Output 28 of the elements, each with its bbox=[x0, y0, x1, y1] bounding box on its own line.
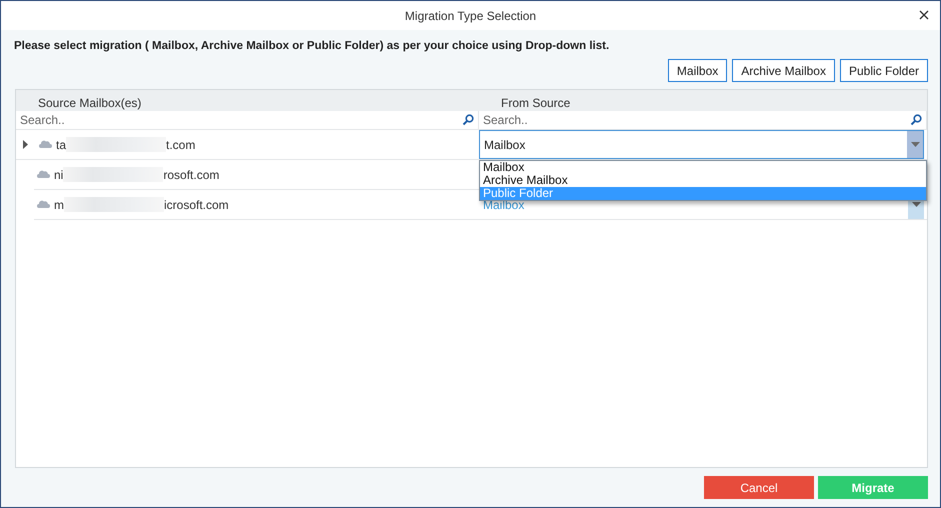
instruction-text: Please select migration ( Mailbox, Archive Mailbox or Public Folder) as per your choice using Drop-down list. bbox=[13, 39, 610, 54]
email-text: icrosoft.com bbox=[164, 196, 229, 214]
dropdown-option[interactable]: Archive Mailbox bbox=[480, 174, 926, 187]
search-field[interactable]: Search.. bbox=[483, 111, 910, 129]
search-field[interactable]: Search.. bbox=[20, 111, 462, 129]
email-text: ni bbox=[54, 166, 64, 184]
dropdown-arrow-icon bbox=[912, 202, 920, 207]
cloud-icon bbox=[39, 140, 52, 148]
type-button[interactable]: Public Folder bbox=[840, 59, 928, 82]
dropdown-option[interactable]: Mailbox bbox=[480, 161, 926, 174]
email-text: ta bbox=[56, 136, 66, 154]
email-text: m bbox=[54, 196, 64, 214]
expand-arrow-icon[interactable] bbox=[23, 140, 28, 149]
cancel-button[interactable]: Cancel bbox=[704, 476, 814, 499]
column-header: Source Mailbox(es) bbox=[38, 96, 142, 110]
email-text: rosoft.com bbox=[163, 166, 220, 184]
window-title: Migration Type Selection bbox=[404, 8, 536, 24]
search-icon bbox=[910, 114, 922, 126]
search-icon bbox=[462, 114, 474, 126]
cloud-icon bbox=[37, 170, 50, 178]
cloud-icon bbox=[37, 200, 50, 208]
column-header: From Source bbox=[501, 96, 570, 110]
type-button[interactable]: Archive Mailbox bbox=[732, 59, 835, 82]
dropdown-arrow-icon bbox=[910, 142, 920, 147]
type-button[interactable]: Mailbox bbox=[668, 59, 728, 82]
email-text: t.com bbox=[166, 136, 196, 154]
close-button[interactable] bbox=[918, 9, 930, 21]
source-dropdown[interactable]: Mailbox bbox=[479, 130, 924, 159]
